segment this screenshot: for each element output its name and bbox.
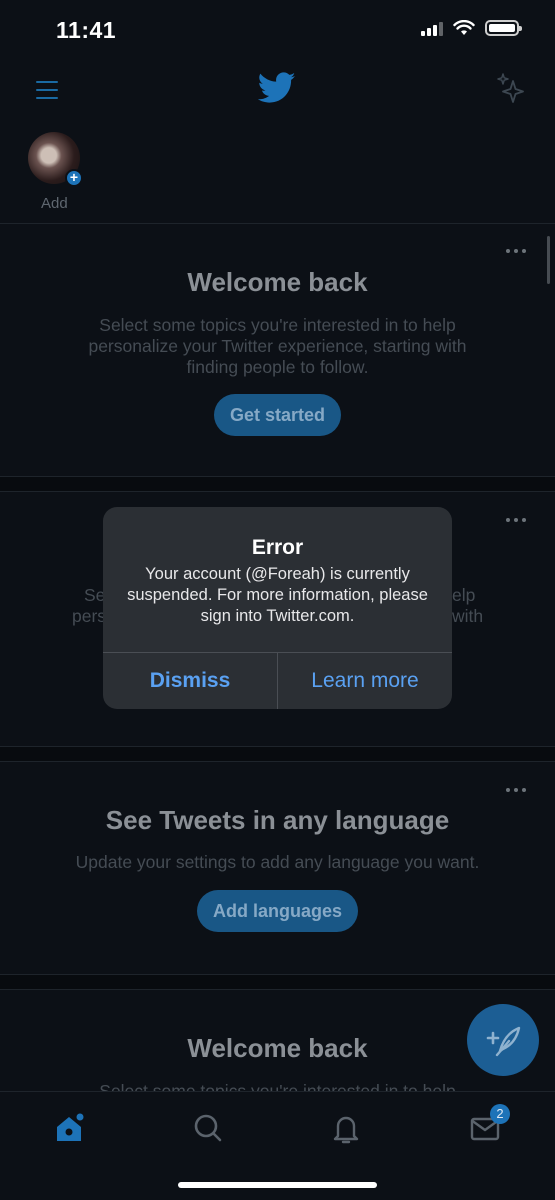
search-icon[interactable]	[188, 1108, 228, 1148]
wifi-icon	[453, 20, 475, 35]
home-screen: 11:41 + Add Welcome back Select some top…	[0, 0, 555, 1200]
get-started-button[interactable]: Get started	[213, 394, 342, 436]
card-body: Update your settings to add any language…	[75, 852, 480, 872]
card-title: Welcome back	[187, 267, 368, 297]
card-gap	[0, 747, 555, 761]
card-body-fragment: pers	[72, 606, 107, 626]
card-gap	[0, 975, 555, 989]
alert-title: Error	[251, 536, 304, 559]
dismiss-button[interactable]: Dismiss	[103, 653, 277, 709]
status-icons	[421, 20, 522, 36]
welcome-card: Welcome back Select some topics you're i…	[0, 224, 555, 476]
twitter-logo-icon	[258, 72, 296, 103]
learn-more-button[interactable]: Learn more	[278, 653, 452, 709]
alert-message: Your account (@Foreah) is currently susp…	[127, 565, 428, 625]
menu-icon[interactable]	[36, 81, 58, 99]
scrollbar[interactable]	[547, 236, 550, 284]
sparkle-icon[interactable]	[495, 72, 529, 106]
status-time: 11:41	[56, 17, 117, 43]
card-title: See Tweets in any language	[105, 805, 450, 835]
messages-badge: 2	[490, 1104, 510, 1124]
card-body-fragment: with	[452, 606, 484, 626]
fleet-add[interactable]: + Add	[28, 132, 84, 212]
card-body: Select some topics you're interested in …	[88, 315, 467, 377]
home-icon[interactable]	[49, 1108, 89, 1148]
battery-icon	[485, 20, 522, 36]
card-body: Select some topics you're interested in …	[99, 1081, 456, 1091]
bell-icon[interactable]	[326, 1108, 366, 1148]
card-gap	[0, 477, 555, 491]
compose-tweet-button[interactable]	[467, 1004, 539, 1076]
compose-feather-icon	[486, 1026, 521, 1057]
more-options-icon[interactable]	[506, 788, 526, 794]
language-card: See Tweets in any language Update your s…	[0, 762, 555, 974]
cellular-signal-icon	[421, 20, 443, 36]
fleet-add-label: Add	[41, 195, 68, 212]
error-alert-dialog: Error Your account (@Foreah) is currentl…	[103, 507, 452, 709]
avatar: +	[28, 132, 83, 187]
status-bar: 11:41	[0, 0, 555, 60]
more-options-icon[interactable]	[506, 249, 526, 255]
card-body-fragment: elp	[452, 585, 476, 605]
top-nav	[0, 60, 555, 120]
plus-icon: +	[65, 169, 83, 187]
add-languages-button[interactable]: Add languages	[196, 890, 358, 932]
more-options-icon[interactable]	[506, 518, 526, 524]
home-indicator[interactable]	[178, 1182, 377, 1188]
